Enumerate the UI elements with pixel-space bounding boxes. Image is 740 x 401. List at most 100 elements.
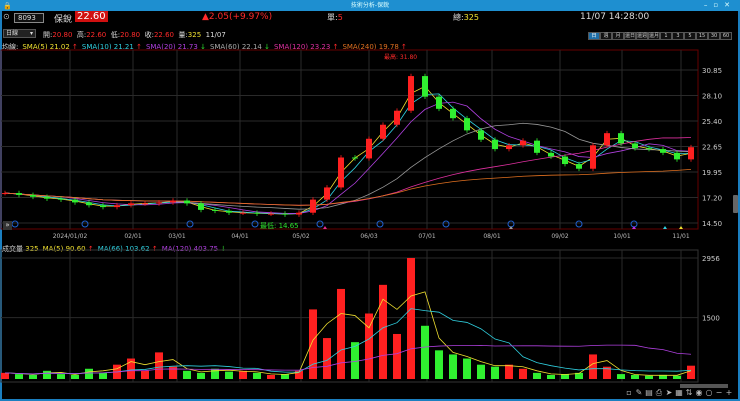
volume-bar [477,364,485,379]
candle [282,213,288,215]
candle [674,152,680,160]
x-tick-label: 06/03 [360,233,377,240]
volume-bar [631,374,639,379]
candle [688,147,694,160]
candle [464,118,470,131]
candle [128,203,134,206]
volume-bar [505,364,513,379]
candle [590,145,596,169]
window-icon[interactable]: ▤ [644,388,654,397]
candle [352,157,358,159]
candle [58,198,64,200]
candle [646,148,652,150]
event-marker-icon [442,220,450,228]
volume-tick-label: 2956 [702,255,720,263]
x-tick-label: 05/02 [292,233,309,240]
ma-line [4,101,692,214]
y-tick-label: 19.95 [702,169,722,177]
vertical-scrollbar[interactable] [733,195,738,213]
candle [30,194,36,197]
candle [534,140,540,153]
circle-icon[interactable]: ○ [704,388,714,397]
expand-icon[interactable]: » [3,221,12,230]
volume-bar [617,374,625,379]
candle [86,202,92,206]
price-volume-chart[interactable]: 30.85 28.10 25.40 22.65 19.95 17.20 14.50 2956 1… [0,0,740,401]
ma-line [4,122,692,210]
candle [170,200,176,203]
event-marker-icon [575,220,583,228]
candle [2,193,8,195]
volume-bar [267,374,275,379]
cursor-icon[interactable]: ➤ [664,388,674,397]
plus-icon[interactable]: + [724,388,734,397]
x-tick-label: 07/01 [418,233,435,240]
volume-bar [225,371,233,379]
candle [296,212,302,215]
ma-line [4,93,692,215]
volume-bar [239,370,247,379]
candle [44,196,50,199]
volume-bar [99,372,107,379]
candle [394,110,400,125]
volume-bar [1,372,9,379]
y-tick-label: 22.65 [702,144,722,152]
volume-bar [85,368,93,379]
volume-ma-line [4,291,692,376]
minus-icon[interactable]: − [714,388,724,397]
x-tick-label: 10/01 [613,233,630,240]
triangle-marker-icon [663,226,667,229]
volume-bar [29,374,37,379]
x-tick-label: 11/01 [672,233,689,240]
volume-bar [43,370,51,379]
volume-bar [435,350,443,379]
candle [408,76,414,111]
volume-bar [309,309,317,379]
candle [240,212,246,214]
volume-bar [687,365,695,379]
candle [660,149,666,153]
blank-icon[interactable]: ▫ [624,388,634,397]
volume-bar [71,374,79,379]
ma-line [4,85,692,215]
candle [492,139,498,150]
volume-bar [673,375,681,379]
y-tick-label: 17.20 [702,195,722,203]
candle [268,213,274,215]
x-tick-label: 04/01 [231,233,248,240]
volume-bar [491,366,499,379]
event-marker-icon [376,220,384,228]
volume-bar [393,333,401,379]
x-tick-label: 03/01 [168,233,185,240]
candle [226,210,232,213]
volume-bar [463,358,471,379]
stock-icon[interactable]: ⇅ [684,388,694,397]
volume-bar [533,372,541,379]
candle [520,140,526,146]
volume-bar [421,325,429,379]
candle [604,133,610,146]
volume-bar [589,354,597,379]
y-tick-label: 30.85 [702,67,722,75]
eye-icon[interactable]: ◉ [694,388,704,397]
candle [156,202,162,204]
volume-bar [449,354,457,379]
triangle-marker-icon [323,226,327,229]
zoom-draw-icon[interactable]: ✎ [634,388,644,397]
volume-bar [197,372,205,379]
candle [632,143,638,149]
candle [184,200,190,204]
candle [254,212,260,214]
candle [380,124,386,139]
candle [506,145,512,150]
candle [198,203,204,210]
candle [562,156,568,165]
candle [450,108,456,119]
volume-bar [253,372,261,379]
volume-bar [645,375,653,379]
event-marker-icon [11,220,19,228]
candle [100,205,106,208]
grid-icon[interactable]: ▦ [674,388,684,397]
print-icon[interactable]: ⎙ [654,388,664,398]
volume-ma-line [4,308,692,375]
